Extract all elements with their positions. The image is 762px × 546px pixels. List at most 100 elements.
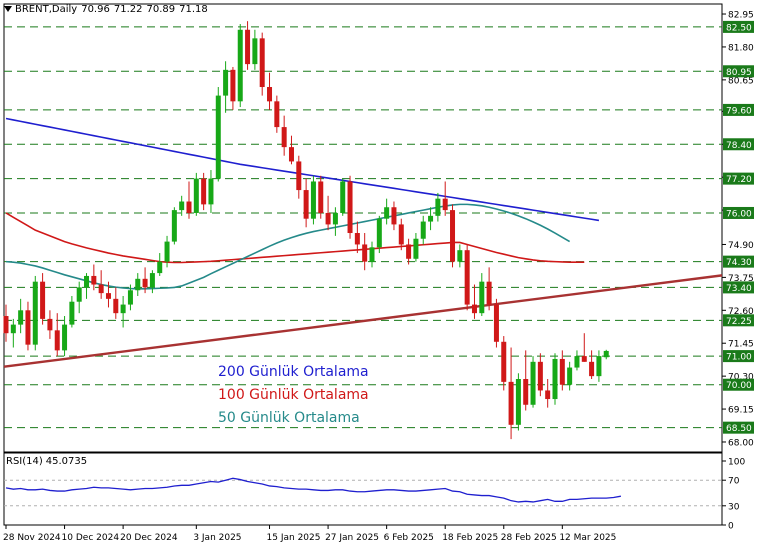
- candle-body: [347, 181, 353, 234]
- level-label: 77.20: [726, 175, 752, 185]
- candle-body: [559, 358, 565, 385]
- candle-body: [201, 178, 207, 205]
- high-value: 71.22: [113, 4, 143, 15]
- candle-body: [581, 356, 587, 362]
- candle-body: [457, 250, 463, 262]
- candle-body: [369, 247, 375, 262]
- rsi-tick-label: 70: [728, 477, 740, 487]
- candle-body: [54, 330, 60, 351]
- candle-body: [288, 147, 294, 162]
- candle-body: [596, 356, 602, 377]
- candle-body: [567, 367, 573, 385]
- candle-body: [193, 178, 199, 213]
- chart-menu-icon[interactable]: [4, 6, 12, 12]
- level-label: 79.60: [726, 106, 752, 116]
- candle-body: [486, 281, 492, 305]
- rsi-tick-label: 0: [728, 522, 734, 532]
- candle-body: [105, 293, 111, 299]
- candle-body: [303, 190, 309, 219]
- candle-body: [332, 212, 338, 225]
- level-label: 80.95: [726, 68, 752, 78]
- candle-body: [164, 241, 170, 262]
- level-label: 68.50: [726, 424, 752, 434]
- candle-body: [179, 201, 185, 211]
- candle-body: [252, 38, 258, 65]
- candle-body: [40, 281, 46, 319]
- candle-body: [32, 281, 38, 345]
- candle-body: [10, 324, 16, 334]
- rsi-header: RSI(14) 45.0735: [6, 456, 90, 467]
- candle-body: [3, 316, 9, 334]
- x-tick-label: 28 Feb 2025: [501, 533, 557, 543]
- candle-body: [589, 361, 595, 377]
- low-value: 70.89: [146, 4, 176, 15]
- candle-body: [84, 275, 90, 288]
- candle-body: [508, 381, 514, 425]
- candle-body: [493, 304, 499, 342]
- level-label: 78.40: [726, 141, 752, 151]
- candle-body: [574, 356, 580, 368]
- candle-body: [501, 341, 507, 382]
- candle-body: [274, 101, 280, 128]
- candle-body: [186, 201, 192, 213]
- rsi-label: RSI(14): [6, 456, 43, 467]
- candle-body: [310, 181, 316, 219]
- candle-body: [406, 244, 412, 259]
- candle-body: [435, 198, 441, 216]
- price-tick-label: 82.95: [728, 11, 754, 21]
- price-tick-label: 74.90: [728, 241, 754, 251]
- candle-body: [91, 275, 97, 285]
- candle-body: [479, 281, 485, 314]
- candle-body: [223, 69, 229, 96]
- candle-body: [391, 207, 397, 225]
- candle-body: [149, 273, 155, 288]
- x-tick-label: 28 Nov 2024: [3, 533, 61, 543]
- candle-body: [398, 224, 404, 245]
- level-label: 74.30: [726, 258, 752, 268]
- price-tick-label: 81.80: [728, 43, 754, 53]
- x-tick-label: 20 Dec 2024: [120, 533, 178, 543]
- legend-ma200: 200 Günlük Ortalama: [218, 364, 369, 380]
- candle-body: [281, 127, 287, 148]
- candle-body: [18, 310, 24, 325]
- x-tick-label: 12 Mar 2025: [559, 533, 616, 543]
- candle-body: [76, 287, 82, 302]
- candle-body: [450, 210, 456, 262]
- candle-body: [237, 29, 243, 102]
- candle-body: [120, 304, 126, 314]
- candle-body: [545, 390, 551, 400]
- level-label: 73.40: [726, 284, 752, 294]
- candle-body: [25, 310, 31, 345]
- x-tick-label: 27 Jan 2025: [325, 533, 379, 543]
- candle-body: [603, 350, 609, 358]
- price-tick-label: 68.00: [728, 438, 754, 448]
- candle-body: [113, 298, 119, 314]
- rsi-panel-frame: [3, 452, 723, 526]
- candle-body: [98, 284, 104, 294]
- price-chart: 82.9581.8080.6579.5578.4077.2576.1074.90…: [3, 3, 754, 543]
- candle-body: [420, 221, 426, 239]
- price-tick-label: 80.65: [728, 76, 754, 86]
- candle-body: [171, 210, 177, 242]
- x-tick-label: 15 Jan 2025: [267, 533, 321, 543]
- candle-body: [208, 178, 214, 205]
- candle-body: [47, 318, 53, 331]
- legend-ma100: 100 Günlük Ortalama: [218, 387, 369, 403]
- level-label: 70.00: [726, 381, 752, 391]
- candle-body: [230, 69, 236, 102]
- candle-body: [69, 301, 75, 325]
- candle-body: [515, 379, 521, 425]
- candle-body: [142, 278, 148, 288]
- x-tick-label: 18 Feb 2025: [442, 533, 498, 543]
- candle-body: [127, 290, 133, 305]
- candle-body: [62, 324, 68, 351]
- level-label: 82.50: [726, 23, 752, 33]
- price-tick-label: 71.45: [728, 340, 754, 350]
- candle-body: [552, 358, 558, 400]
- candle-body: [157, 261, 163, 274]
- candle-body: [318, 181, 324, 213]
- candle-body: [413, 238, 419, 259]
- candle-body: [354, 233, 360, 245]
- rsi-value: 45.0735: [45, 456, 88, 467]
- candle-body: [523, 379, 529, 405]
